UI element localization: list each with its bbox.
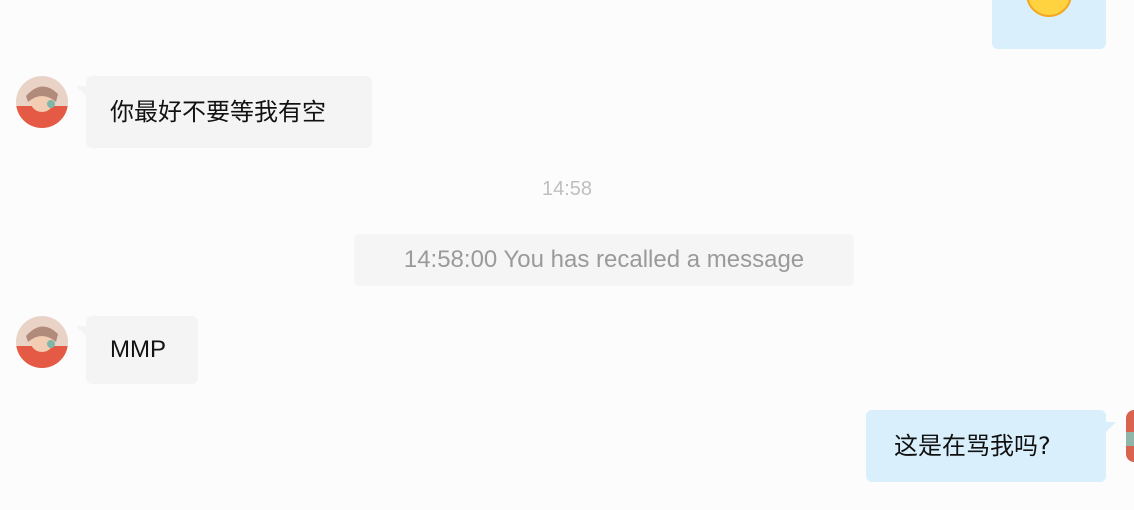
message-text: MMP: [110, 336, 166, 363]
smiley-face-icon: [1025, 0, 1073, 22]
recalled-message-notice: 14:58:00 You has recalled a message: [354, 234, 854, 286]
message-text: 这是在骂我吗?: [894, 432, 1051, 460]
message-bubble-incoming[interactable]: MMP: [86, 316, 198, 384]
avatar-self[interactable]: [1126, 410, 1134, 462]
avatar[interactable]: [16, 316, 68, 368]
message-bubble-outgoing-emoji[interactable]: [992, 0, 1106, 49]
avatar[interactable]: [16, 76, 68, 128]
message-text: 你最好不要等我有空: [110, 98, 326, 126]
chat-message-list[interactable]: 你最好不要等我有空 14:58 14:58:00 You has recalle…: [0, 0, 1134, 510]
message-bubble-incoming[interactable]: 你最好不要等我有空: [86, 76, 372, 148]
bubble-tail: [1104, 422, 1116, 434]
message-bubble-outgoing[interactable]: 这是在骂我吗?: [866, 410, 1106, 482]
time-divider: 14:58: [541, 178, 593, 200]
